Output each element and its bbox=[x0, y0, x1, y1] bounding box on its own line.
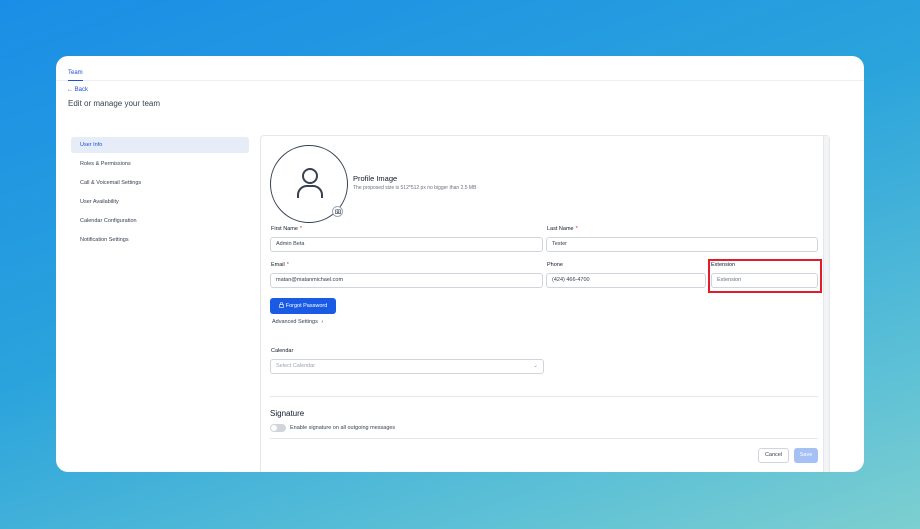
signature-toggle-label: Enable signature on all outgoing message… bbox=[290, 425, 396, 431]
app-window: Team ← Back Edit or manage your team Use… bbox=[56, 56, 864, 472]
profile-avatar[interactable] bbox=[270, 145, 348, 223]
chevron-right-icon: › bbox=[321, 319, 324, 325]
phone-input[interactable]: (424) 466-4700 bbox=[546, 273, 706, 288]
top-tab-bar: Team bbox=[56, 56, 864, 81]
advanced-settings-label: Advanced Settings bbox=[272, 319, 318, 325]
save-button[interactable]: Save bbox=[794, 448, 818, 463]
first-name-input[interactable]: Admin Beta bbox=[270, 237, 543, 252]
signature-title: Signature bbox=[270, 409, 305, 418]
sidebar-item-notification-settings[interactable]: Notification Settings bbox=[71, 232, 249, 248]
footer-divider bbox=[270, 438, 818, 439]
required-mark: * bbox=[286, 262, 289, 268]
sidebar-item-call-voicemail[interactable]: Call & Voicemail Settings bbox=[71, 175, 249, 191]
forgot-password-label: Forgot Password bbox=[285, 303, 328, 309]
lock-icon bbox=[278, 302, 284, 308]
phone-label: Phone bbox=[547, 262, 563, 268]
first-name-label: First Name * bbox=[271, 226, 302, 232]
user-info-panel: Profile Image The proposed size is 512*5… bbox=[260, 135, 830, 472]
calendar-select[interactable]: Select Calendar ⌄ bbox=[270, 359, 544, 374]
sidebar-item-user-info[interactable]: User Info bbox=[71, 137, 249, 153]
toggle-knob bbox=[271, 425, 277, 431]
last-name-label-text: Last Name bbox=[547, 226, 574, 232]
extension-highlight bbox=[708, 259, 822, 293]
calendar-select-placeholder: Select Calendar bbox=[276, 363, 316, 369]
calendar-label: Calendar bbox=[271, 348, 294, 354]
arrow-left-icon: ← bbox=[67, 87, 73, 93]
camera-upload-button[interactable] bbox=[332, 206, 343, 217]
profile-image-title: Profile Image bbox=[353, 174, 398, 183]
sidebar-item-user-availability[interactable]: User Availability bbox=[71, 194, 249, 210]
sidebar-item-roles-permissions[interactable]: Roles & Permissions bbox=[71, 156, 249, 172]
last-name-label: Last Name * bbox=[547, 226, 578, 232]
email-label: Email * bbox=[271, 262, 289, 268]
forgot-password-button[interactable]: Forgot Password bbox=[270, 298, 336, 314]
back-label: Back bbox=[74, 87, 89, 93]
sidebar-item-calendar-configuration[interactable]: Calendar Configuration bbox=[71, 213, 249, 229]
back-link[interactable]: ← Back bbox=[67, 87, 88, 93]
section-divider bbox=[270, 396, 818, 397]
page-title: Edit or manage your team bbox=[68, 99, 161, 108]
profile-image-hint: The proposed size is 512*512 px no bigge… bbox=[353, 185, 477, 191]
email-label-text: Email bbox=[271, 262, 285, 268]
user-icon bbox=[297, 168, 323, 198]
camera-icon bbox=[334, 209, 341, 214]
chevron-down-icon: ⌄ bbox=[532, 363, 538, 369]
tab-team[interactable]: Team bbox=[68, 70, 83, 81]
first-name-label-text: First Name bbox=[271, 226, 298, 232]
panel-scrollbar[interactable] bbox=[823, 136, 829, 472]
settings-sidebar: User Info Roles & Permissions Call & Voi… bbox=[71, 137, 249, 251]
email-input[interactable]: matan@matanmichael.com bbox=[270, 273, 543, 288]
required-mark: * bbox=[299, 226, 303, 232]
cancel-button[interactable]: Cancel bbox=[758, 448, 789, 463]
last-name-input[interactable]: Tester bbox=[546, 237, 818, 252]
signature-toggle[interactable] bbox=[270, 424, 286, 432]
advanced-settings-link[interactable]: Advanced Settings › bbox=[272, 319, 323, 325]
required-mark: * bbox=[575, 226, 578, 232]
